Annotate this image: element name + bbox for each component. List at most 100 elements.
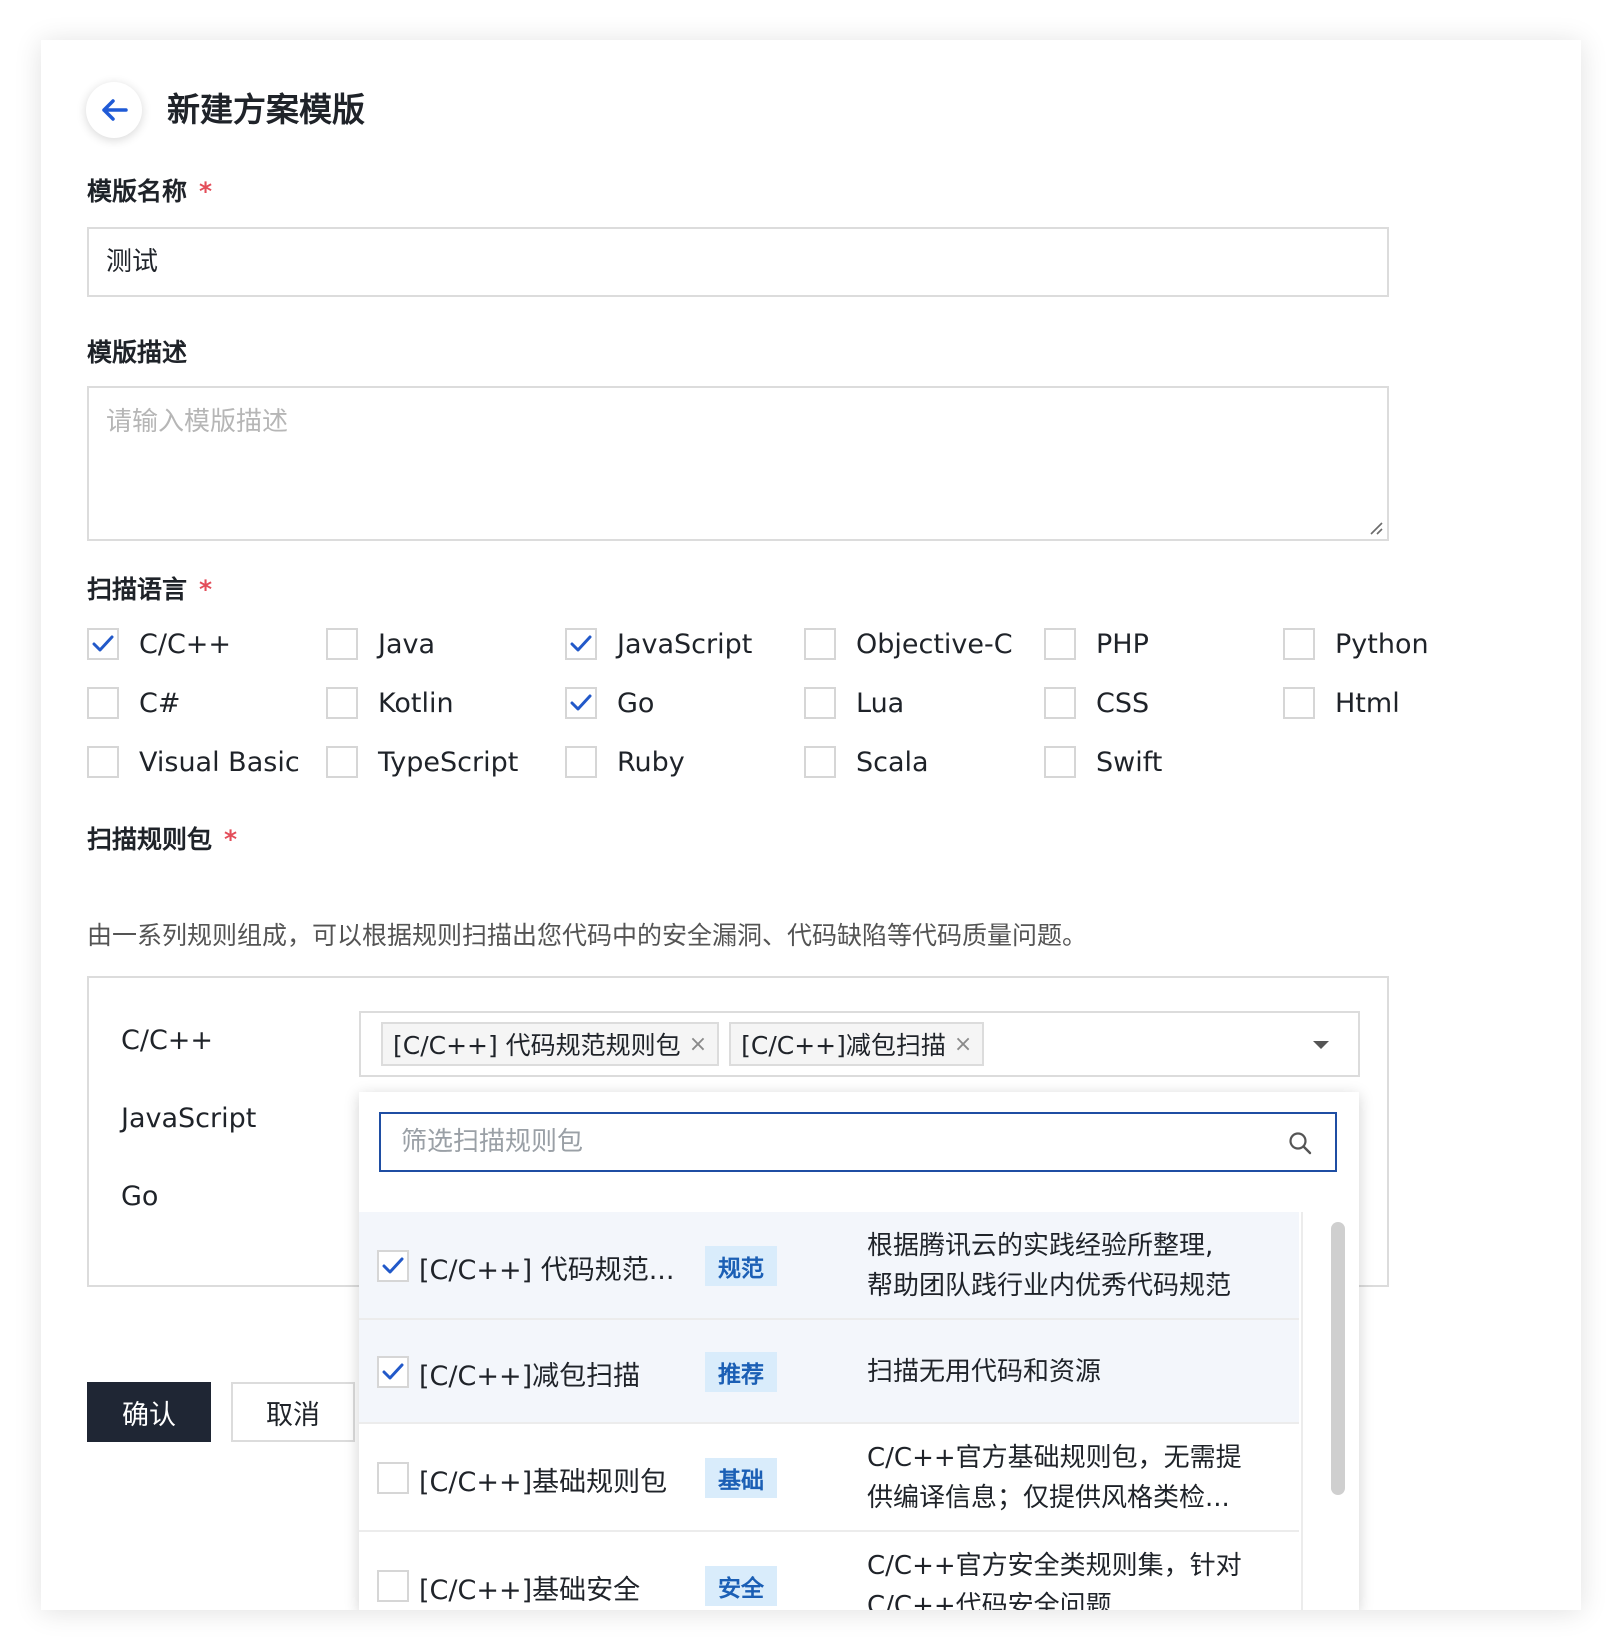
checkbox[interactable] [1044, 746, 1076, 778]
check-icon [382, 1257, 404, 1274]
check-icon [570, 635, 592, 652]
option-checkbox[interactable] [377, 1570, 409, 1602]
checkbox[interactable] [1283, 687, 1315, 719]
rule-row-language: JavaScript [121, 1103, 257, 1134]
template-name-label: 模版名称 * [87, 176, 212, 208]
checkbox[interactable] [87, 628, 119, 660]
language-checkbox[interactable]: TypeScript [326, 745, 518, 779]
template-desc-placeholder: 请输入模版描述 [106, 407, 289, 437]
checkbox[interactable] [565, 746, 597, 778]
checkbox[interactable] [565, 628, 597, 660]
template-desc-textarea[interactable]: 请输入模版描述 [87, 386, 1389, 541]
option-name: [C/C++]基础规则包 [419, 1467, 668, 1498]
rule-row-language: Go [121, 1181, 159, 1212]
filter-rule-pack-input[interactable]: 筛选扫描规则包 [379, 1112, 1337, 1172]
language-checkbox-label: Python [1335, 628, 1429, 660]
language-checkbox[interactable]: Go [565, 686, 654, 720]
checkbox[interactable] [565, 687, 597, 719]
confirm-button[interactable]: 确认 [87, 1382, 211, 1442]
selected-tag-label: [C/C++]减包扫描 [741, 1031, 946, 1060]
language-checkbox-label: C/C++ [139, 628, 232, 660]
selected-tag: [C/C++] 代码规范规则包 × [381, 1022, 720, 1066]
option-name: [C/C++]基础安全 [419, 1575, 641, 1606]
language-checkbox[interactable]: C/C++ [87, 627, 231, 661]
checkbox[interactable] [326, 628, 358, 660]
option-checkbox[interactable] [377, 1356, 409, 1388]
option-description-line: 帮助团队践行业内优秀代码规范 [867, 1271, 1232, 1301]
language-checkbox[interactable]: Java [326, 627, 435, 661]
language-checkbox[interactable]: JavaScript [565, 627, 752, 661]
option-checkbox[interactable] [377, 1462, 409, 1494]
scroll-track [1301, 1212, 1303, 1610]
option-name: [C/C++] 代码规范... [419, 1255, 675, 1286]
checkbox[interactable] [804, 746, 836, 778]
language-checkbox[interactable]: Python [1283, 627, 1429, 661]
language-checkbox[interactable]: Scala [804, 745, 929, 779]
rule-pack-option[interactable]: [C/C++] 代码规范... 规范 根据腾讯云的实践经验所整理, 帮助团队践行业内优… [359, 1212, 1299, 1320]
checkbox[interactable] [87, 746, 119, 778]
filter-placeholder: 筛选扫描规则包 [401, 1127, 584, 1157]
option-description: C/C++官方基础规则包，无需提 供编译信息；仅提供风格类检... [867, 1438, 1267, 1518]
scan-language-label-text: 扫描语言 [87, 575, 188, 604]
option-badge: 推荐 [705, 1352, 777, 1392]
cancel-button[interactable]: 取消 [231, 1382, 355, 1442]
tag-close-icon[interactable]: × [954, 1032, 972, 1057]
rule-pack-option[interactable]: [C/C++]基础规则包 基础 C/C++官方基础规则包，无需提 供编译信息；仅提供风… [359, 1424, 1299, 1532]
check-icon [92, 635, 114, 652]
checkbox[interactable] [1044, 687, 1076, 719]
language-checkbox[interactable]: Kotlin [326, 686, 454, 720]
language-checkbox[interactable]: Swift [1044, 745, 1162, 779]
language-checkbox[interactable]: PHP [1044, 627, 1149, 661]
language-checkbox-label: Java [378, 628, 436, 660]
caret-down-icon[interactable] [1312, 1040, 1330, 1050]
option-description-line: 供编译信息；仅提供风格类检... [867, 1483, 1230, 1513]
arrow-left-icon [102, 99, 128, 121]
language-checkbox[interactable]: CSS [1044, 686, 1149, 720]
checkbox[interactable] [1283, 628, 1315, 660]
option-badge: 规范 [705, 1246, 777, 1286]
option-badge: 安全 [705, 1566, 777, 1606]
resize-handle-icon[interactable] [1369, 521, 1383, 535]
language-checkbox-label: Swift [1096, 746, 1163, 778]
option-description-line: C/C++官方安全类规则集，针对 [867, 1551, 1242, 1581]
template-name-input[interactable]: 测试 [87, 227, 1389, 297]
required-mark: * [199, 575, 213, 604]
check-icon [382, 1363, 404, 1380]
scrollbar-thumb[interactable] [1331, 1222, 1345, 1495]
checkbox[interactable] [804, 687, 836, 719]
option-name: [C/C++]减包扫描 [419, 1361, 641, 1392]
option-checkbox[interactable] [377, 1250, 409, 1282]
rule-row-language: C/C++ [121, 1025, 214, 1056]
checkbox[interactable] [87, 687, 119, 719]
language-checkbox[interactable]: Objective-C [804, 627, 1013, 661]
checkbox[interactable] [1044, 628, 1076, 660]
check-icon [570, 694, 592, 711]
language-checkbox[interactable]: Html [1283, 686, 1400, 720]
option-description-line: C/C++代码安全问题 [867, 1591, 1112, 1610]
search-icon [1289, 1132, 1312, 1155]
language-checkbox[interactable]: C# [87, 686, 180, 720]
tag-close-icon[interactable]: × [689, 1032, 707, 1057]
template-desc-label: 模版描述 [87, 338, 188, 367]
option-description-line: 根据腾讯云的实践经验所整理, [867, 1231, 1214, 1261]
option-badge: 基础 [705, 1458, 777, 1498]
language-checkbox[interactable]: Ruby [565, 745, 685, 779]
rule-pack-option[interactable]: [C/C++]基础安全 安全 C/C++官方安全类规则集，针对 C/C++代码安全问题 [359, 1532, 1299, 1610]
option-description: 根据腾讯云的实践经验所整理, 帮助团队践行业内优秀代码规范 [867, 1226, 1267, 1306]
language-checkbox-label: Objective-C [856, 628, 1013, 660]
language-checkbox[interactable]: Lua [804, 686, 904, 720]
language-checkbox-label: JavaScript [617, 628, 753, 660]
language-checkbox-grid: C/C++ Java JavaScript Objective-C PHP Python C… [87, 627, 1547, 787]
rule-pack-select[interactable]: [C/C++] 代码规范规则包 × [C/C++]减包扫描 × [359, 1011, 1360, 1077]
language-checkbox-label: C# [139, 687, 181, 719]
checkbox[interactable] [326, 687, 358, 719]
language-checkbox[interactable]: Visual Basic [87, 745, 300, 779]
rule-pack-option[interactable]: [C/C++]减包扫描 推荐 扫描无用代码和资源 [359, 1320, 1299, 1424]
language-checkbox-label: Kotlin [378, 687, 454, 719]
selected-tag: [C/C++]减包扫描 × [729, 1022, 985, 1066]
language-checkbox-label: CSS [1096, 687, 1150, 719]
checkbox[interactable] [326, 746, 358, 778]
page-title: 新建方案模版 [167, 90, 365, 129]
back-button[interactable] [86, 82, 142, 138]
checkbox[interactable] [804, 628, 836, 660]
